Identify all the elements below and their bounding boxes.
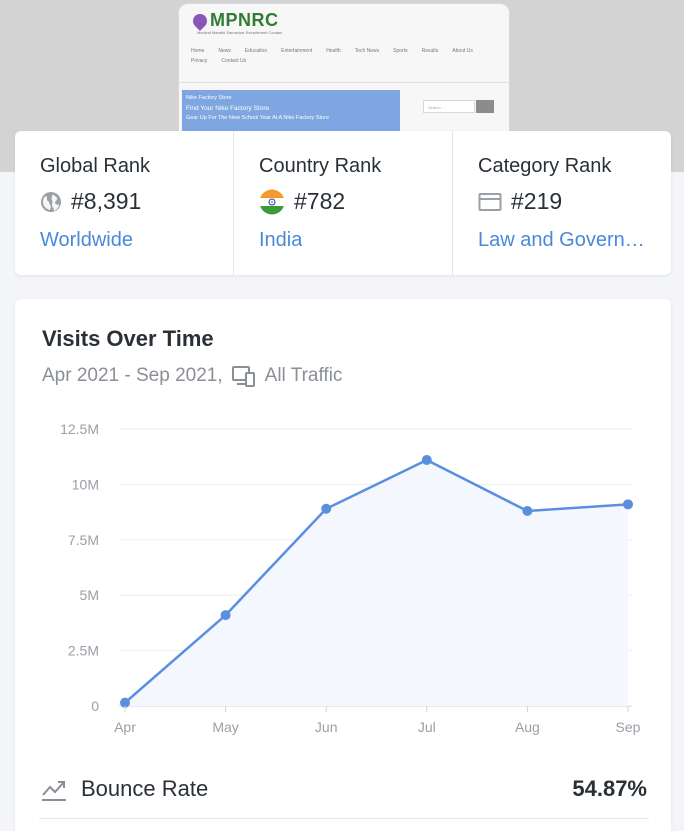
preview-nav-item: Privacy xyxy=(191,58,208,64)
rank-value-row: #8,391 xyxy=(40,188,141,215)
bounce-rate-label: Bounce Rate xyxy=(81,776,209,801)
preview-search: Search ... xyxy=(423,100,475,113)
preview-search-button xyxy=(476,100,494,113)
category-icon xyxy=(478,192,502,211)
rank-value: #8,391 xyxy=(71,188,142,214)
x-tick-label: Jun xyxy=(315,719,338,735)
rank-card: Global Rank #8,391 Worldwide Country Ran… xyxy=(15,131,671,275)
preview-logo: MPNRC xyxy=(190,10,279,31)
preview-nav-item: Entertainment xyxy=(281,48,313,54)
map-pin-icon xyxy=(190,10,210,31)
y-tick-label: 10M xyxy=(72,476,99,492)
x-tick-label: May xyxy=(212,719,238,735)
preview-divider xyxy=(179,82,509,83)
chart-data-point[interactable] xyxy=(321,503,332,514)
chart-data-point[interactable] xyxy=(421,455,432,466)
visits-card: Visits Over Time Apr 2021 - Sep 2021, Al… xyxy=(15,299,671,831)
x-tick-label: Jul xyxy=(418,719,436,735)
chart-data-point[interactable] xyxy=(623,499,633,510)
y-tick-label: 2.5M xyxy=(68,643,99,659)
date-range: Apr 2021 - Sep 2021, xyxy=(42,365,223,386)
rank-value: #782 xyxy=(294,188,346,214)
preview-nav: Home News Education Entertainment Health… xyxy=(191,48,491,64)
rank-link[interactable]: Worldwide xyxy=(40,229,133,252)
preview-logo-text: MPNRC xyxy=(210,10,279,30)
bounce-rate-icon xyxy=(42,781,66,801)
preview-banner-line: Find Your Nike Factory Store xyxy=(186,105,270,112)
preview-nav-item: About Us xyxy=(452,48,473,54)
india-flag-icon xyxy=(259,189,285,214)
preview-banner-line: Gear Up For The New School Year At A Nik… xyxy=(186,115,329,121)
preview-banner: Nike Factory Store Find Your Nike Factor… xyxy=(182,90,400,134)
traffic-type: All Traffic xyxy=(264,365,343,386)
preview-nav-item: Results xyxy=(421,48,439,54)
preview-nav-item: Contact Us xyxy=(221,58,247,64)
rank-link[interactable]: Law and Government xyxy=(478,229,648,252)
rank-title: Global Rank xyxy=(40,155,151,177)
visits-title: Visits Over Time xyxy=(42,326,214,351)
rank-value: #219 xyxy=(511,188,563,214)
country-rank: Country Rank #782 India xyxy=(233,131,452,275)
y-tick-label: 5M xyxy=(80,587,99,603)
global-rank: Global Rank #8,391 Worldwide xyxy=(15,131,233,275)
preview-nav-item: News xyxy=(218,48,231,54)
rank-title: Category Rank xyxy=(478,155,612,177)
globe-icon xyxy=(41,191,61,212)
chart-data-point[interactable] xyxy=(522,505,533,516)
preview-nav-item: Health xyxy=(326,48,341,54)
devices-icon xyxy=(231,366,255,387)
chart-data-point[interactable] xyxy=(220,610,231,621)
chart-area-fill xyxy=(125,460,628,706)
preview-banner-line: Nike Factory Store xyxy=(186,95,232,101)
preview-nav-item: Education xyxy=(244,48,268,54)
y-tick-label: 7.5M xyxy=(68,532,99,548)
y-tick-label: 12.5M xyxy=(60,421,99,437)
divider xyxy=(39,818,649,819)
visits-chart: 0 2.5M 5M 7.5M 10M 12.5M Apr May Jun Jul Aug Sep xyxy=(60,421,641,735)
preview-tagline: Medical Marathi Samachar Recruitment Con… xyxy=(197,30,283,35)
preview-nav-item: Tech News xyxy=(354,48,380,54)
x-tick-label: Aug xyxy=(515,719,540,735)
x-tick-label: Sep xyxy=(616,719,641,735)
rank-value-row: #782 xyxy=(259,188,345,215)
preview-nav-item: Sports xyxy=(393,48,408,54)
rank-value-row: #219 xyxy=(478,188,562,215)
y-tick-label: 0 xyxy=(91,698,99,714)
rank-link[interactable]: India xyxy=(259,229,302,252)
bounce-rate-value: 54.87% xyxy=(572,776,647,801)
x-tick-label: Apr xyxy=(114,719,136,735)
visits-subtitle: Apr 2021 - Sep 2021, All Traffic xyxy=(42,364,342,388)
rank-title: Country Rank xyxy=(259,155,382,177)
preview-nav-item: Home xyxy=(191,48,205,54)
website-preview-thumbnail[interactable]: MPNRC Medical Marathi Samachar Recruitme… xyxy=(178,3,510,134)
category-rank: Category Rank #219 Law and Government xyxy=(452,131,671,275)
